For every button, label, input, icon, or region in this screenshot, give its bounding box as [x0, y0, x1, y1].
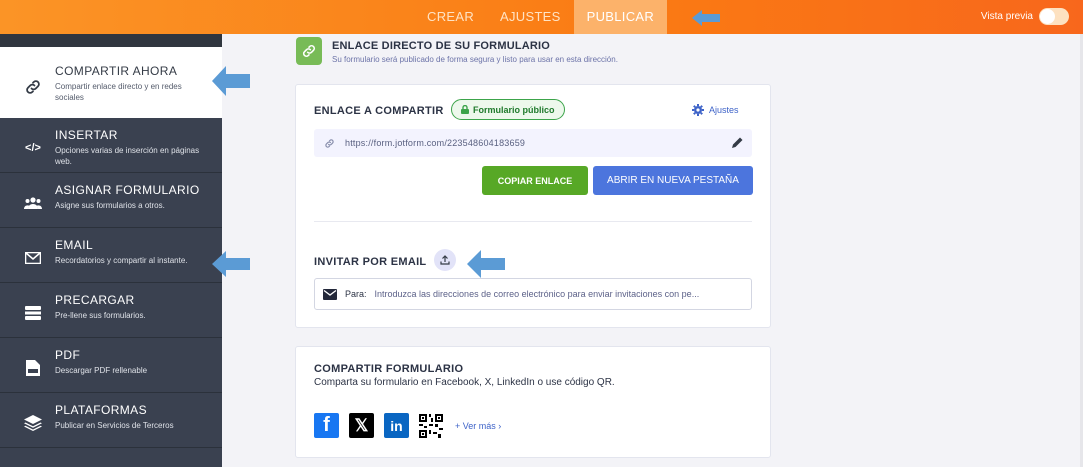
public-form-badge[interactable]: Formulario público [451, 99, 565, 120]
sidebar-item-title: ASIGNAR FORMULARIO [55, 183, 200, 197]
settings-label: Ajustes [709, 105, 739, 115]
top-bar: CREAR AJUSTES PUBLICAR Vista previa [0, 0, 1083, 34]
sidebar-item-pdf[interactable]: PDF Descargar PDF rellenable [0, 338, 222, 393]
sidebar-item-desc: Compartir enlace directo y en redes soci… [55, 82, 182, 102]
page-subtitle: Su formulario será publicado de forma se… [332, 55, 618, 64]
sidebar-item-title: INSERTAR [55, 128, 118, 142]
divider [314, 221, 752, 222]
upload-button[interactable] [434, 249, 456, 271]
link-icon [325, 138, 334, 148]
top-nav: CREAR AJUSTES PUBLICAR [414, 0, 668, 34]
layers-icon [22, 415, 44, 431]
sidebar-item-desc: Opciones varias de inserción en páginas … [55, 146, 200, 166]
sidebar-top-strip [0, 34, 222, 47]
share-link-title: ENLACE A COMPARTIR [314, 105, 444, 117]
settings-link[interactable]: Ajustes [692, 104, 739, 116]
invite-email-input[interactable]: Para: Introduzca las direcciones de corr… [314, 278, 752, 310]
facebook-icon[interactable]: f [314, 413, 339, 438]
see-more-link[interactable]: + Ver más › [455, 421, 501, 431]
annotation-arrow-icon [212, 66, 250, 96]
sidebar-item-email[interactable]: EMAIL Recordatorios y compartir al insta… [0, 228, 222, 283]
annotation-arrow-icon [212, 251, 250, 277]
sidebar-item-compartir-ahora[interactable]: COMPARTIR AHORA Compartir enlace directo… [0, 47, 222, 118]
sidebar-item-precargar[interactable]: PRECARGAR Pre-llene sus formularios. [0, 283, 222, 338]
sidebar-item-title: EMAIL [55, 238, 94, 252]
page-title: ENLACE DIRECTO DE SU FORMULARIO [332, 40, 551, 52]
upload-icon [440, 255, 450, 265]
share-link-card: ENLACE A COMPARTIR Formulario público Aj… [295, 84, 771, 328]
sidebar-item-title: PLATAFORMAS [55, 403, 147, 417]
public-form-badge-label: Formulario público [473, 104, 555, 115]
sidebar: COMPARTIR AHORA Compartir enlace directo… [0, 34, 222, 467]
toggle-knob [1040, 9, 1055, 24]
annotation-arrow-icon [467, 250, 505, 278]
sidebar-item-title: PDF [55, 348, 81, 362]
sidebar-item-asignar-formulario[interactable]: ASIGNAR FORMULARIO Asigne sus formulario… [0, 173, 222, 228]
users-icon [22, 195, 44, 211]
invite-email-title: INVITAR POR EMAIL [314, 256, 427, 268]
share-form-subtitle: Comparta su formulario en Facebook, X, L… [314, 377, 615, 388]
share-form-title: COMPARTIR FORMULARIO [314, 363, 464, 375]
envelope-icon [22, 250, 44, 266]
to-label: Para: [345, 289, 367, 299]
sidebar-item-title: COMPARTIR AHORA [55, 64, 178, 78]
sidebar-item-desc: Descargar PDF rellenable [55, 366, 148, 375]
email-placeholder: Introduzca las direcciones de correo ele… [374, 289, 700, 299]
sidebar-item-desc: Publicar en Servicios de Terceros [55, 421, 174, 430]
open-new-tab-button[interactable]: ABRIR EN NUEVA PESTAÑA [593, 166, 753, 195]
sidebar-item-desc: Asigne sus formularios a otros. [55, 201, 165, 210]
sidebar-item-insertar[interactable]: </> INSERTAR Opciones varias de inserció… [0, 118, 222, 173]
link-icon [22, 79, 44, 95]
code-icon: </> [25, 142, 41, 154]
form-url-field[interactable]: https://form.jotform.com/223548604183659 [314, 129, 752, 157]
gear-icon [692, 104, 704, 116]
lock-icon [461, 105, 469, 114]
sidebar-item-desc: Pre-llene sus formularios. [55, 311, 146, 320]
pencil-icon[interactable] [731, 136, 744, 149]
preview-control: Vista previa [981, 8, 1069, 25]
annotation-arrow-icon [692, 10, 720, 26]
tab-crear[interactable]: CREAR [414, 0, 487, 34]
share-form-card: COMPARTIR FORMULARIO Comparta su formula… [295, 346, 771, 458]
sidebar-item-plataformas[interactable]: PLATAFORMAS Publicar en Servicios de Ter… [0, 393, 222, 448]
sidebar-item-desc: Recordatorios y compartir al instante. [55, 256, 188, 265]
x-icon[interactable]: 𝕏 [349, 413, 374, 438]
preview-label: Vista previa [980, 11, 1033, 22]
envelope-icon [323, 288, 337, 300]
pdf-icon [22, 360, 44, 376]
qr-code-icon[interactable] [419, 413, 443, 438]
sidebar-item-title: PRECARGAR [55, 293, 135, 307]
copy-link-button[interactable]: COPIAR ENLACE [482, 166, 588, 195]
form-url: https://form.jotform.com/223548604183659 [345, 138, 526, 148]
linkedin-icon[interactable]: in [384, 413, 409, 438]
preview-toggle[interactable] [1039, 8, 1069, 25]
tab-publicar[interactable]: PUBLICAR [573, 0, 668, 34]
tab-ajustes[interactable]: AJUSTES [487, 0, 574, 34]
prefill-icon [22, 305, 44, 321]
link-header-icon [296, 37, 322, 65]
social-buttons: f 𝕏 in + Ver más › [314, 413, 501, 438]
